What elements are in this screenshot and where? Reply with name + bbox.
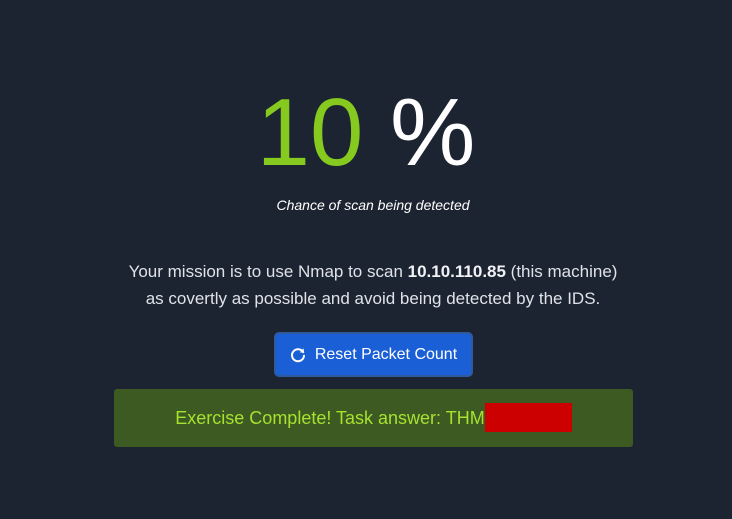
mission-line-1: Your mission is to use Nmap to scan 10.1… xyxy=(0,258,732,285)
redacted-answer xyxy=(484,402,572,432)
mission-text-after: (this machine) xyxy=(505,262,618,281)
exercise-complete-alert: Exercise Complete! Task answer: THM xyxy=(114,389,633,447)
percent-sign: % xyxy=(390,79,476,186)
mission-description: Your mission is to use Nmap to scan 10.1… xyxy=(0,258,732,312)
reset-button-label: Reset Packet Count xyxy=(314,345,458,363)
detection-percent-value: 10 xyxy=(256,79,364,186)
mission-text-before: Your mission is to use Nmap to scan xyxy=(128,262,408,281)
alert-text: Exercise Complete! Task answer: THM xyxy=(175,407,485,428)
mission-line-2: as covertly as possible and avoid being … xyxy=(145,289,601,308)
refresh-icon xyxy=(290,347,306,363)
target-ip: 10.10.110.85 xyxy=(407,262,506,281)
detection-caption: Chance of scan being detected xyxy=(276,197,470,213)
reset-packet-count-button[interactable]: Reset Packet Count xyxy=(274,332,473,377)
detection-percentage: 10 % xyxy=(0,78,732,188)
